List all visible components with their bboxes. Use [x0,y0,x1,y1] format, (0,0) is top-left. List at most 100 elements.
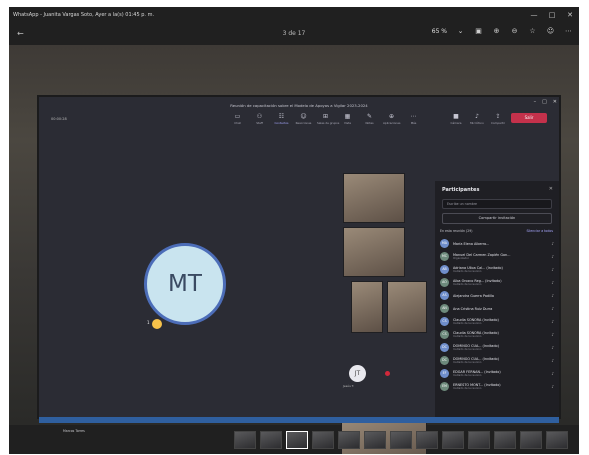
zoom-out-icon[interactable]: ⊖ [510,27,519,35]
zoom-in-icon[interactable]: ⊕ [492,27,501,35]
contacts-icon: ☷ [278,113,285,120]
mic-icon: ♪ [551,384,554,389]
filmstrip-thumbnail[interactable] [390,431,412,449]
filmstrip-thumbnail[interactable] [234,431,256,449]
rooms-button[interactable]: ⊞ Salas de grupos [317,113,339,125]
participant-list: MA María Elena Alberro... ♪ MC Manuel Del C… [440,237,554,393]
photo-viewer-window: WhatsApp - Juanita Vargas Soto, Ayer a l… [9,7,579,454]
filmstrip-thumbnail[interactable] [520,431,542,449]
notes-button[interactable]: ✎ Notas [361,113,378,125]
video-tiles: JT Jesús T. [331,173,429,454]
video-tile [387,281,427,333]
share-button[interactable]: ⇪ Compartir [490,113,506,125]
filmstrip-thumbnail[interactable] [494,431,516,449]
emoji-icon[interactable]: ☺ [546,27,555,35]
back-arrow-icon[interactable]: ← [17,29,24,38]
apps-icon: ⊕ [388,113,395,120]
list-item[interactable]: CS Claudia SONORA (Invitado) Invitado de l… [440,315,554,328]
list-item[interactable]: MC Manuel Del Carmen Zapién Gon... Organiz… [440,250,554,263]
list-item[interactable]: MA María Elena Alberro... ♪ [440,237,554,250]
share-invite-button[interactable]: Compartir invitación [442,213,552,224]
chat-button[interactable]: ▭ Chat [229,113,246,125]
rooms-icon: ⊞ [322,113,329,120]
more-button[interactable]: ⋯ Más [405,113,422,125]
chat-icon: ▭ [234,113,241,120]
leave-button[interactable]: Salir [511,113,547,123]
mic-icon: ♪ [551,306,554,311]
video-tile [343,173,405,223]
taskbar [39,417,559,423]
maximize-button[interactable]: □ [543,11,561,19]
more-icon[interactable]: ⋯ [564,27,573,35]
close-icon[interactable]: ✕ [549,186,553,192]
microphone-button[interactable]: ♪ Micrófono [469,113,485,125]
call-controls: ■ Cámara ♪ Micrófono ⇪ Compartir Salir [448,113,547,125]
jt-avatar: JT [349,365,366,382]
list-item[interactable]: AB Adriana Ulloa Cal... (Invitado) Invitad… [440,263,554,276]
avatar: AS [440,291,449,300]
list-item[interactable]: AN Ana Cristina Ruiz Durra ♪ [440,302,554,315]
window-title: WhatsApp - Juanita Vargas Soto, Ayer a l… [13,11,155,18]
mic-icon: ♪ [551,345,554,350]
maximize-icon[interactable]: □ [542,99,547,105]
close-icon[interactable]: ✕ [553,99,557,105]
meeting-toolbar: ▭ Chat ⚇ Staff ☷ Contactos ☺ Reacciones ⊞ Sal… [229,113,422,125]
window-controls: – □ ✕ [534,99,557,105]
reactions-button[interactable]: ☺ Reacciones [295,113,312,125]
avatar: MA [440,239,449,248]
section-label[interactable]: En esta reunión (29) [440,229,473,233]
filmstrip-thumbnail[interactable] [286,431,308,449]
photo-content: Reunión de capacitación sobre el Modelo … [9,45,579,454]
list-item[interactable]: AS Alejandra Guerra Padilla ♪ [440,289,554,302]
apps-button[interactable]: ⊕ Aplicaciones [383,113,400,125]
teams-meeting-screen: Reunión de capacitación sobre el Modelo … [39,97,559,454]
mic-icon: ♪ [551,254,554,259]
avatar-initials: MT [168,271,202,297]
filmstrip [234,431,569,451]
mute-all-button[interactable]: Silenciar a todos [527,229,554,233]
list-item[interactable]: DC DOMINGO CUA... (Invitado) Invitado de l… [440,354,554,367]
panel-title: Participantes [442,187,480,193]
filmstrip-thumbnail[interactable] [416,431,438,449]
list-item[interactable]: EF EDGAR FERNAN... (Invitado) Invitado de … [440,367,554,380]
contacts-button[interactable]: ☷ Contactos [273,113,290,125]
filmstrip-thumbnail[interactable] [312,431,334,449]
meeting-title: Reunión de capacitación sobre el Modelo … [230,103,368,108]
avatar: AB [440,265,449,274]
avatar: DC [440,356,449,365]
filmstrip-thumbnail[interactable] [546,431,568,449]
chevron-down-icon[interactable]: ⌄ [456,27,465,35]
avatar: DC [440,343,449,352]
close-button[interactable]: ✕ [561,11,579,19]
list-item[interactable]: AO Alba Orozco Reg... (Invitado) Invitado … [440,276,554,289]
filmstrip-thumbnail[interactable] [442,431,464,449]
toolbar-actions: 65 % ⌄ ▣ ⊕ ⊖ ☆ ☺ ⋯ [432,27,573,35]
star-icon[interactable]: ☆ [528,27,537,35]
camera-button[interactable]: ■ Cámara [448,113,464,125]
avatar: MT [144,243,226,325]
filmstrip-thumbnail[interactable] [260,431,282,449]
minimize-icon[interactable]: – [534,99,537,105]
mic-icon: ♪ [551,241,554,246]
avatar: CS [440,330,449,339]
zoom-level[interactable]: 65 % [432,28,447,35]
call-timer: 00:00:28 [51,117,67,121]
staff-button[interactable]: ⚇ Staff [251,113,268,125]
fit-screen-icon[interactable]: ▣ [474,27,483,35]
filmstrip-thumbnail[interactable] [364,431,386,449]
minimize-button[interactable]: — [525,11,543,19]
video-tile [351,281,383,333]
list-item[interactable]: DC DOMINGO CUA... (Invitado) Invitado de l… [440,341,554,354]
list-item[interactable]: CS Claudia SONORA (Invitado) Invitado de l… [440,328,554,341]
video-tile [343,227,405,277]
more-icon: ⋯ [410,113,417,120]
search-input[interactable]: Escribe un nombre [442,199,552,209]
title-bar: WhatsApp - Juanita Vargas Soto, Ayer a l… [9,7,579,22]
view-icon: ▦ [344,113,351,120]
view-button[interactable]: ▦ Vista [339,113,356,125]
filmstrip-thumbnail[interactable] [338,431,360,449]
participants-panel: Participantes ✕ Escribe un nombre Compar… [435,181,559,417]
mic-icon: ♪ [551,358,554,363]
list-item[interactable]: EM ERNESTO MONT... (Invitado) Invitado de … [440,380,554,393]
filmstrip-thumbnail[interactable] [468,431,490,449]
